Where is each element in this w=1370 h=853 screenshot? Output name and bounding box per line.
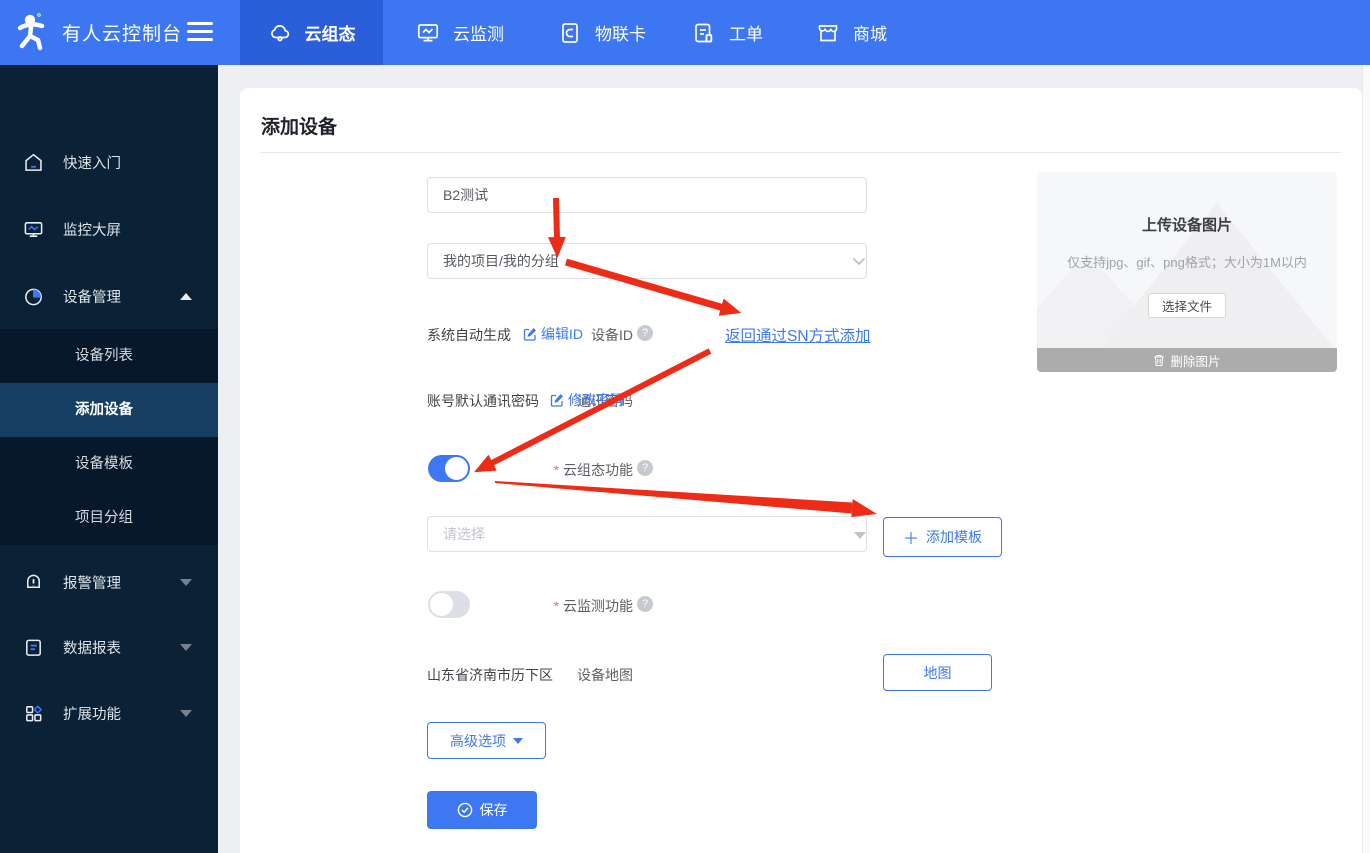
sidebar-item-device-list[interactable]: 设备列表 <box>0 329 218 383</box>
sidebar-item-alarm-manage[interactable]: 报警管理 <box>0 549 218 615</box>
change-password-link[interactable]: 修改密码 <box>550 390 624 410</box>
sidebar-item-data-report[interactable]: 数据报表 <box>0 614 218 680</box>
add-template-button[interactable]: ＋ 添加模板 <box>883 517 1002 557</box>
scada-function-label: 云组态功能 <box>483 460 633 480</box>
edit-icon <box>550 394 563 407</box>
sidebar-item-label: 报警管理 <box>63 575 121 592</box>
sidebar-item-project-group[interactable]: 项目分组 <box>0 491 218 545</box>
chevron-down-icon <box>180 709 192 717</box>
save-button[interactable]: 保存 <box>427 791 537 829</box>
project-group-select[interactable]: 我的项目/我的分组 <box>427 243 867 279</box>
edit-icon <box>523 328 536 341</box>
comm-password-value: 账号默认通讯密码 <box>427 393 539 409</box>
tab-cloud-scada[interactable]: 云组态 <box>240 0 383 65</box>
tab-work-order[interactable]: 工单 <box>666 0 789 65</box>
scrollbar-track[interactable] <box>1362 65 1370 853</box>
sidebar-item-quick-start[interactable]: 快速入门 <box>0 129 218 195</box>
tab-cloud-monitor[interactable]: 云监测 <box>390 0 530 65</box>
device-manage-icon <box>25 288 42 305</box>
sidebar-item-label: 快速入门 <box>63 155 121 172</box>
tab-label: 云组态 <box>304 25 356 44</box>
advanced-options-button[interactable]: 高级选项 <box>427 722 546 759</box>
toggle-knob <box>445 457 468 480</box>
device-map-value: 山东省济南市历下区 <box>427 667 553 683</box>
caret-down-icon <box>854 532 866 539</box>
sidebar-item-label: 数据报表 <box>63 640 121 657</box>
monitor-function-label: 云监测功能 <box>483 596 633 616</box>
home-icon <box>25 153 42 171</box>
back-to-sn-link[interactable]: 返回通过SN方式添加 <box>725 324 871 346</box>
title-divider <box>261 152 1341 153</box>
add-device-panel: 添加设备 设备名称 项目分组 我的项目/我的分组 设备ID ? 系统自动生成 编… <box>240 88 1362 853</box>
question-icon[interactable]: ? <box>637 596 653 612</box>
upload-image-panel: 上传设备图片 仅支持jpg、gif、png格式；大小为1M以内 选择文件 删除图… <box>1037 172 1337 372</box>
tab-label: 物联卡 <box>595 25 646 44</box>
scada-toggle-on[interactable] <box>428 455 470 482</box>
big-screen-icon <box>24 221 43 237</box>
app-title: 有人云控制台 <box>62 23 183 45</box>
tab-label: 商城 <box>853 25 887 44</box>
app-root: 有人云控制台 云组态 云监测 物联卡 工单 商城 快速入门 监控大屏 设备管理 … <box>0 0 1370 853</box>
sidebar: 快速入门 监控大屏 设备管理 设备列表 添加设备 设备模板 项目分组 报警管理 … <box>0 65 218 853</box>
chevron-down-icon <box>180 643 192 651</box>
sidebar-item-label: 设备管理 <box>63 289 121 306</box>
question-icon[interactable]: ? <box>637 460 653 476</box>
device-id-value: 系统自动生成 <box>427 327 511 343</box>
question-icon[interactable]: ? <box>637 325 653 341</box>
edit-id-link[interactable]: 编辑ID <box>523 324 583 344</box>
map-button[interactable]: 地图 <box>883 654 992 691</box>
chevron-down-icon <box>852 257 866 266</box>
toggle-knob <box>430 593 453 616</box>
top-navbar: 有人云控制台 云组态 云监测 物联卡 工单 商城 <box>0 0 1370 65</box>
chevron-down-icon <box>180 578 192 586</box>
delete-image-button[interactable]: 删除图片 <box>1037 348 1337 372</box>
sidebar-item-label: 扩展功能 <box>63 706 121 723</box>
tab-label: 工单 <box>729 25 763 44</box>
caret-down-icon <box>513 737 523 744</box>
sidebar-item-device-manage[interactable]: 设备管理 <box>0 263 218 329</box>
person-logo-icon <box>17 13 45 51</box>
monitor-chart-icon <box>417 23 439 41</box>
tab-label: 云监测 <box>453 25 504 44</box>
mall-icon <box>818 24 838 41</box>
device-manage-submenu: 设备列表 添加设备 设备模板 项目分组 <box>0 329 218 545</box>
brand: 有人云控制台 <box>12 11 182 53</box>
check-circle-icon <box>457 802 472 818</box>
project-group-value: 我的项目/我的分组 <box>443 253 559 269</box>
plus-icon: ＋ <box>902 530 919 548</box>
trash-icon <box>1154 354 1165 366</box>
sidebar-item-device-template[interactable]: 设备模板 <box>0 437 218 491</box>
cloud-icon <box>270 24 289 41</box>
alarm-icon <box>27 574 40 588</box>
upload-title: 上传设备图片 <box>1141 217 1232 234</box>
sidebar-item-big-screen[interactable]: 监控大屏 <box>0 196 218 262</box>
sidebar-item-label: 监控大屏 <box>63 222 121 239</box>
work-order-icon <box>695 23 713 42</box>
report-icon <box>26 639 41 656</box>
page-title: 添加设备 <box>261 117 338 138</box>
chevron-up-icon <box>180 292 192 300</box>
sidebar-item-add-device[interactable]: 添加设备 <box>0 383 218 437</box>
tab-iot-card[interactable]: 物联卡 <box>532 0 672 65</box>
monitor-toggle-off[interactable] <box>428 591 470 618</box>
choose-file-button[interactable]: 选择文件 <box>1148 293 1226 318</box>
upload-hint: 仅支持jpg、gif、png格式；大小为1M以内 <box>1067 255 1307 270</box>
device-name-input[interactable] <box>427 177 867 213</box>
template-placeholder: 请选择 <box>443 526 485 542</box>
extension-icon <box>26 705 42 721</box>
iot-card-icon <box>562 22 578 43</box>
device-template-select[interactable]: 请选择 <box>427 516 867 552</box>
hamburger-icon[interactable] <box>187 22 213 42</box>
sidebar-item-extensions[interactable]: 扩展功能 <box>0 680 218 746</box>
tab-mall[interactable]: 商城 <box>790 0 913 65</box>
